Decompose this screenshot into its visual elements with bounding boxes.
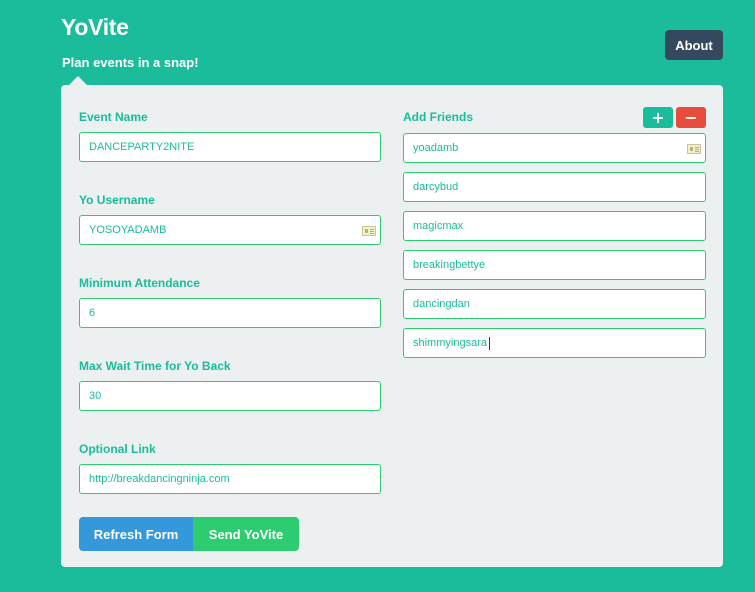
min-attendance-label: Minimum Attendance <box>79 276 200 290</box>
remove-friend-button[interactable]: − <box>676 107 706 128</box>
yo-username-label: Yo Username <box>79 193 155 207</box>
about-button[interactable]: About <box>665 30 723 60</box>
text-cursor <box>489 337 490 350</box>
event-name-label: Event Name <box>79 110 148 124</box>
tagline: Plan events in a snap! <box>62 55 199 70</box>
add-friends-label: Add Friends <box>403 110 474 124</box>
friend-input-1[interactable] <box>403 133 706 163</box>
brand-title: YoVite <box>61 14 129 40</box>
optional-link-label: Optional Link <box>79 442 156 456</box>
panel-pointer <box>69 76 87 85</box>
min-attendance-input[interactable] <box>79 298 381 328</box>
friend-input-2[interactable] <box>403 172 706 202</box>
refresh-form-button[interactable]: Refresh Form <box>79 517 193 551</box>
friend-input-4[interactable] <box>403 250 706 280</box>
optional-link-input[interactable] <box>79 464 381 494</box>
yovite-page: YoVite Plan events in a snap! About Even… <box>0 0 755 592</box>
friend-input-5[interactable] <box>403 289 706 319</box>
max-wait-label: Max Wait Time for Yo Back <box>79 359 231 373</box>
max-wait-input[interactable] <box>79 381 381 411</box>
contact-card-icon[interactable] <box>687 144 701 154</box>
friend-input-6[interactable] <box>403 328 706 358</box>
add-friend-button[interactable]: + <box>643 107 673 128</box>
contact-card-icon[interactable] <box>362 226 376 236</box>
send-yovite-button[interactable]: Send YoVite <box>193 517 299 551</box>
yo-username-input[interactable] <box>79 215 381 245</box>
event-name-input[interactable] <box>79 132 381 162</box>
friend-input-3[interactable] <box>403 211 706 241</box>
